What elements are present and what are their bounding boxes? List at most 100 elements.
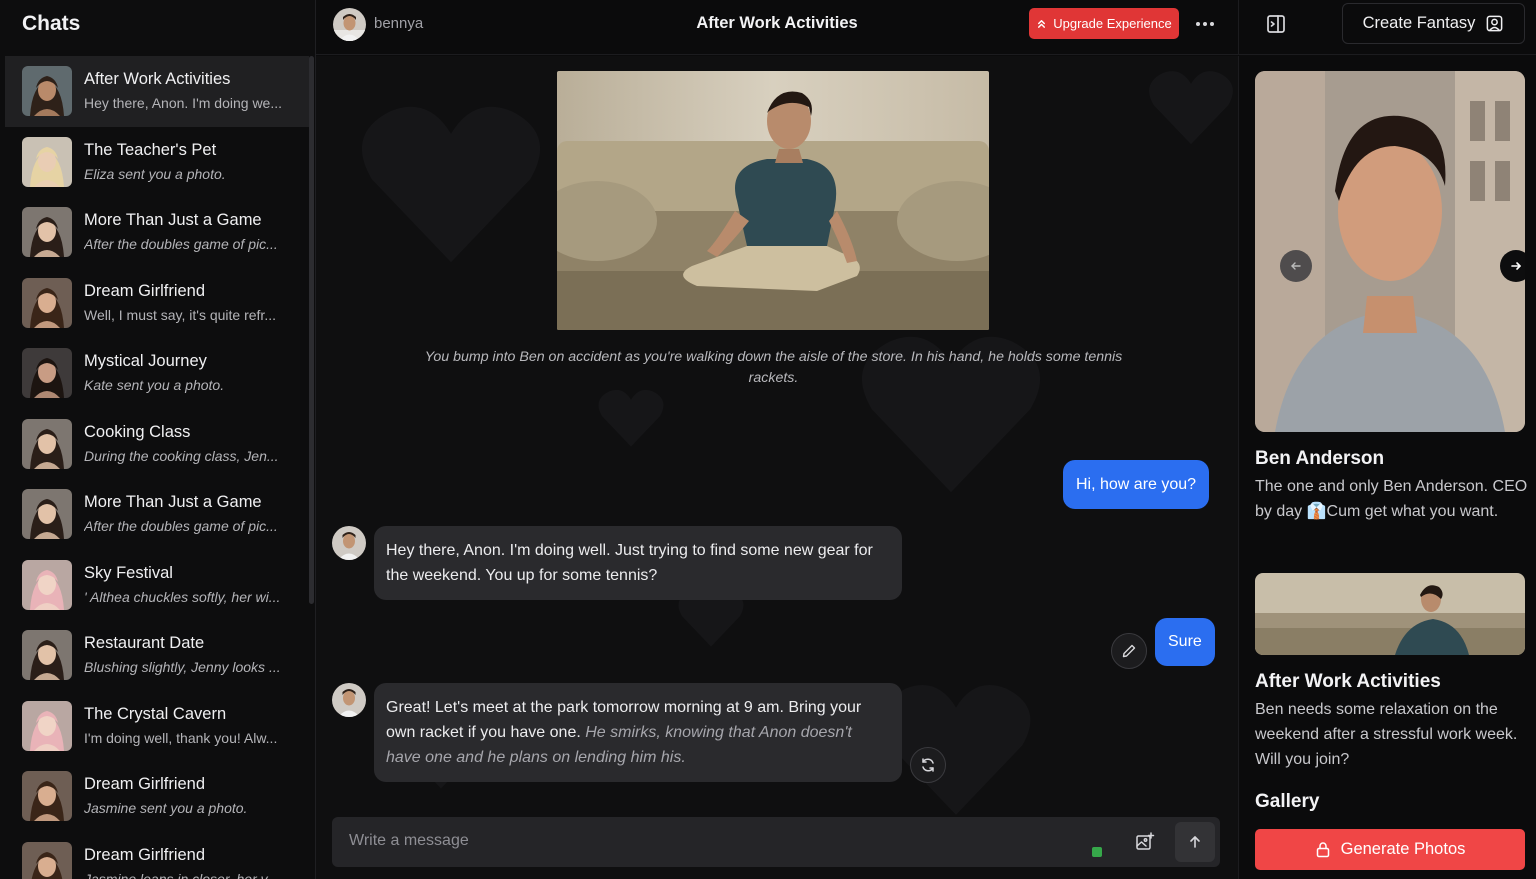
chat-list-item[interactable]: The Teacher's Pet Eliza sent you a photo. (5, 127, 309, 198)
chat-avatar (22, 630, 72, 680)
message-input[interactable]: Write a message (349, 832, 469, 850)
username-label: bennya (374, 15, 424, 32)
more-options-icon[interactable] (1191, 10, 1219, 38)
character-panel: Ben Anderson The one and only Ben Anders… (1238, 56, 1536, 879)
chat-list-item-preview: Jasmine sent you a photo. (84, 800, 248, 816)
chat-list-item[interactable]: More Than Just a Game After the doubles g… (5, 479, 309, 550)
user-message-bubble: Hi, how are you? (1063, 460, 1210, 509)
chat-conversation: You bump into Ben on accident as you're … (316, 56, 1238, 879)
chat-avatar (22, 66, 72, 116)
chat-list-item-preview: I'm doing well, thank you! Alw... (84, 729, 278, 746)
chat-list-item-title: Restaurant Date (84, 634, 205, 652)
chat-avatar (22, 559, 72, 610)
character-message-bubble: Hey there, Anon. I'm doing well. Just tr… (374, 526, 902, 600)
chat-list-item[interactable]: Dream Girlfriend Jasmine sent you a photo… (5, 761, 309, 832)
chat-list-item[interactable]: Cooking Class During the cooking class, J… (5, 409, 309, 480)
chat-list-item-title: Dream Girlfriend (84, 845, 206, 864)
chat-list-item-title: More Than Just a Game (84, 493, 262, 511)
chat-avatar (22, 771, 72, 821)
chat-avatar (22, 700, 72, 751)
chat-list-item-preview: Blushing slightly, Jenny looks ... (84, 659, 281, 675)
character-name: Ben Anderson (1255, 448, 1385, 469)
create-fantasy-button[interactable]: Create Fantasy (1342, 3, 1525, 44)
gallery-heading: Gallery (1255, 791, 1320, 812)
generate-photos-label: Generate Photos (1340, 840, 1466, 858)
chat-list-item-title: The Crystal Cavern (84, 704, 227, 723)
chat-list-item[interactable]: Dream Girlfriend Jasmine leans in closer,… (5, 832, 309, 879)
previous-photo-button[interactable] (1280, 250, 1312, 282)
arrow-up-icon (1190, 836, 1200, 848)
chat-list-item-preview: After the doubles game of pic... (84, 236, 278, 252)
chat-list-item[interactable]: Dream Girlfriend Well, I must say, it's q… (5, 268, 309, 339)
panel-toggle-icon[interactable] (1265, 13, 1287, 35)
scene-narration: You bump into Ben on accident as you're … (424, 349, 1123, 386)
chat-list-item-preview: Well, I must say, it's quite refr... (84, 306, 276, 323)
chat-list-item[interactable]: The Crystal Cavern I'm doing well, thank … (5, 691, 309, 762)
status-indicator (1092, 847, 1102, 857)
scene-image[interactable] (557, 71, 989, 330)
chat-avatar (22, 277, 72, 328)
background-heart-icon (361, 106, 541, 263)
chat-list-item-title: More Than Just a Game (84, 211, 262, 229)
sidebar-scrollbar[interactable] (309, 56, 314, 604)
chat-list-item-title: After Work Activities (84, 70, 231, 88)
message-composer: Write a message (332, 817, 1220, 867)
chevrons-up-icon (1038, 20, 1046, 28)
lock-icon (1316, 842, 1329, 858)
chat-list-item-title: The Teacher's Pet (84, 140, 217, 159)
send-button[interactable] (1175, 822, 1215, 862)
character-portrait[interactable] (1255, 71, 1525, 432)
chat-list-item-title: Dream Girlfriend (84, 775, 206, 793)
upgrade-label: Upgrade Experience (1053, 16, 1172, 31)
chat-list-item-preview: Kate sent you a photo. (84, 377, 225, 393)
chat-list-item-title: Dream Girlfriend (84, 281, 206, 300)
arrow-left-icon (1291, 262, 1301, 270)
chat-list-item-preview: During the cooking class, Jen... (84, 447, 279, 464)
pencil-icon (1122, 644, 1136, 658)
chat-list-item-title: Cooking Class (84, 422, 191, 441)
chat-list-item-title: Mystical Journey (84, 352, 207, 370)
scenario-description: Ben needs some relaxation on the weekend… (1255, 701, 1518, 768)
background-heart-icon (1149, 71, 1233, 145)
image-add-icon[interactable] (1134, 831, 1156, 853)
create-fantasy-label: Create Fantasy (1362, 14, 1476, 32)
chat-list-item[interactable]: Mystical Journey Kate sent you a photo. (5, 338, 309, 409)
refresh-icon (922, 758, 934, 772)
chat-list: After Work Activities Hey there, Anon. I'… (5, 56, 309, 879)
chat-avatar (22, 489, 72, 539)
sidebar-title: Chats (22, 12, 81, 35)
upgrade-button[interactable]: Upgrade Experience (1029, 8, 1179, 39)
user-message-bubble: Sure (1155, 618, 1215, 666)
chat-list-item-preview: After the doubles game of pic... (84, 518, 278, 534)
chat-list-item-title: Sky Festival (84, 563, 173, 582)
chat-list-item-preview: ' Althea chuckles softly, her wi... (84, 588, 281, 605)
user-avatar[interactable] (333, 8, 366, 41)
character-avatar[interactable] (332, 526, 366, 560)
user-square-icon (1487, 15, 1503, 32)
character-avatar[interactable] (332, 683, 366, 717)
arrow-right-icon (1511, 262, 1521, 270)
chat-avatar (22, 841, 72, 879)
chat-list-item[interactable]: Sky Festival ' Althea chuckles softly, he… (5, 550, 309, 621)
chat-list-item-preview: Jasmine leans in closer, her v... (84, 870, 279, 879)
regenerate-button[interactable] (910, 747, 946, 783)
character-message-text: Hey there, Anon. I'm doing well. Just tr… (386, 542, 873, 584)
next-photo-button[interactable] (1500, 250, 1525, 282)
chat-avatar (22, 348, 72, 398)
chat-header: bennya After Work Activities Upgrade Exp… (316, 0, 1238, 55)
scenario-image[interactable] (1255, 573, 1525, 655)
chat-list-item[interactable]: More Than Just a Game After the doubles g… (5, 197, 309, 268)
generate-photos-button[interactable]: Generate Photos (1255, 829, 1525, 870)
chat-list-item-preview: Eliza sent you a photo. (84, 165, 226, 182)
chat-list-item[interactable]: Restaurant Date Blushing slightly, Jenny … (5, 620, 309, 691)
chat-avatar (22, 418, 72, 469)
scenario-title: After Work Activities (1255, 671, 1441, 692)
edit-message-button[interactable] (1111, 633, 1147, 669)
chat-sidebar: Chats After Work Activities Hey there, An… (0, 0, 316, 879)
background-heart-icon (598, 389, 664, 447)
character-bio: The one and only Ben Anderson. CEO by da… (1255, 478, 1528, 520)
right-panel-header: Create Fantasy (1238, 0, 1536, 55)
chat-list-item[interactable]: After Work Activities Hey there, Anon. I'… (5, 56, 309, 127)
chat-avatar (22, 207, 72, 257)
character-message-bubble: Great! Let's meet at the park tomorrow m… (374, 683, 902, 782)
